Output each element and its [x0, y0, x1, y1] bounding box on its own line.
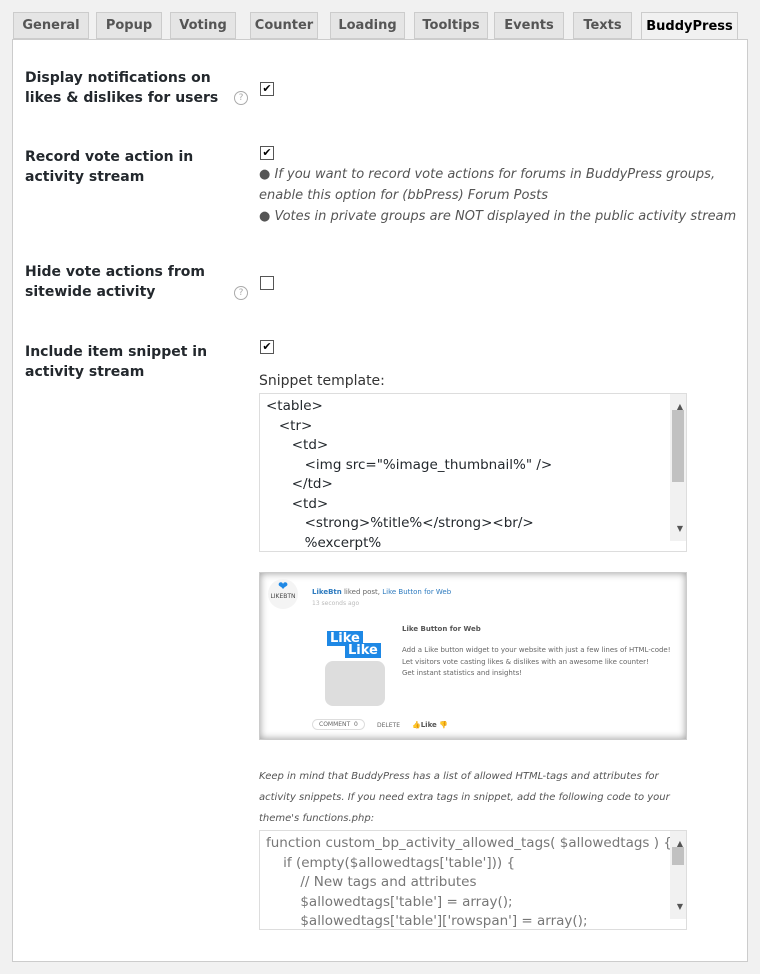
tab-counter[interactable]: Counter [250, 12, 318, 39]
snippet-template-label: Snippet template: [259, 373, 385, 389]
notifications-checkbox[interactable]: ✔ [260, 82, 274, 96]
preview-description: Add a Like button widget to your website… [402, 646, 671, 677]
scrollbar[interactable]: ▲ ▼ [670, 394, 686, 541]
tab-texts[interactable]: Texts [573, 12, 632, 39]
tab-loading[interactable]: Loading [330, 12, 405, 39]
thumbs-up-icon: 👍 [412, 721, 421, 729]
hide-sitewide-checkbox[interactable] [260, 276, 274, 290]
preview-post-link: Like Button for Web [382, 588, 452, 596]
tab-popup[interactable]: Popup [96, 12, 162, 39]
allowed-tags-note: Keep in mind that BuddyPress has a list … [259, 771, 670, 824]
tab-buddypress[interactable]: BuddyPress [641, 12, 738, 40]
snippet-preview-image: ❤ LIKEBTN LikeBtn liked post, Like Butto… [259, 572, 687, 740]
tab-events[interactable]: Events [494, 12, 564, 39]
tab-voting[interactable]: Voting [170, 12, 236, 39]
include-snippet-checkbox[interactable]: ✔ [260, 340, 274, 354]
snippet-template-textarea[interactable]: <table> <tr> <td> <img src="%image_thumb… [259, 393, 687, 552]
setting-label-notifications: Display notifications on likes & dislike… [25, 70, 219, 106]
setting-label-record-vote: Record vote action in activity stream [25, 149, 194, 185]
help-icon[interactable]: ? [234, 91, 248, 105]
preview-title: Like Button for Web [402, 625, 481, 633]
tab-general[interactable]: General [13, 12, 89, 39]
tab-tooltips[interactable]: Tooltips [414, 12, 488, 39]
scrollbar[interactable]: ▲ ▼ [670, 831, 686, 919]
comment-button: COMMENT 0 [312, 719, 365, 730]
code-value: function custom_bp_activity_allowed_tags… [266, 835, 672, 929]
preview-user: LikeBtn [312, 588, 342, 596]
likebtn-logo: ❤ LIKEBTN [268, 579, 298, 609]
preview-time: 13 seconds ago [312, 600, 360, 607]
record-vote-note-1: ● If you want to record vote actions for… [259, 167, 716, 203]
like-button: 👍Like 👎 [412, 721, 448, 729]
record-vote-note-2: ● Votes in private groups are NOT displa… [259, 209, 737, 224]
help-icon[interactable]: ? [234, 286, 248, 300]
code-textarea[interactable]: function custom_bp_activity_allowed_tags… [259, 830, 687, 930]
like-signs-illustration: Like Like [315, 621, 403, 709]
snippet-template-value: <table> <tr> <td> <img src="%image_thumb… [266, 398, 553, 551]
setting-label-hide-sitewide: Hide vote actions from sitewide activity [25, 264, 205, 300]
delete-button: DELETE [377, 722, 401, 729]
setting-label-include-snippet: Include item snippet in activity stream [25, 344, 208, 380]
heart-icon: ❤ [277, 579, 289, 593]
thumbs-down-icon: 👎 [439, 721, 448, 729]
record-vote-checkbox[interactable]: ✔ [260, 146, 274, 160]
